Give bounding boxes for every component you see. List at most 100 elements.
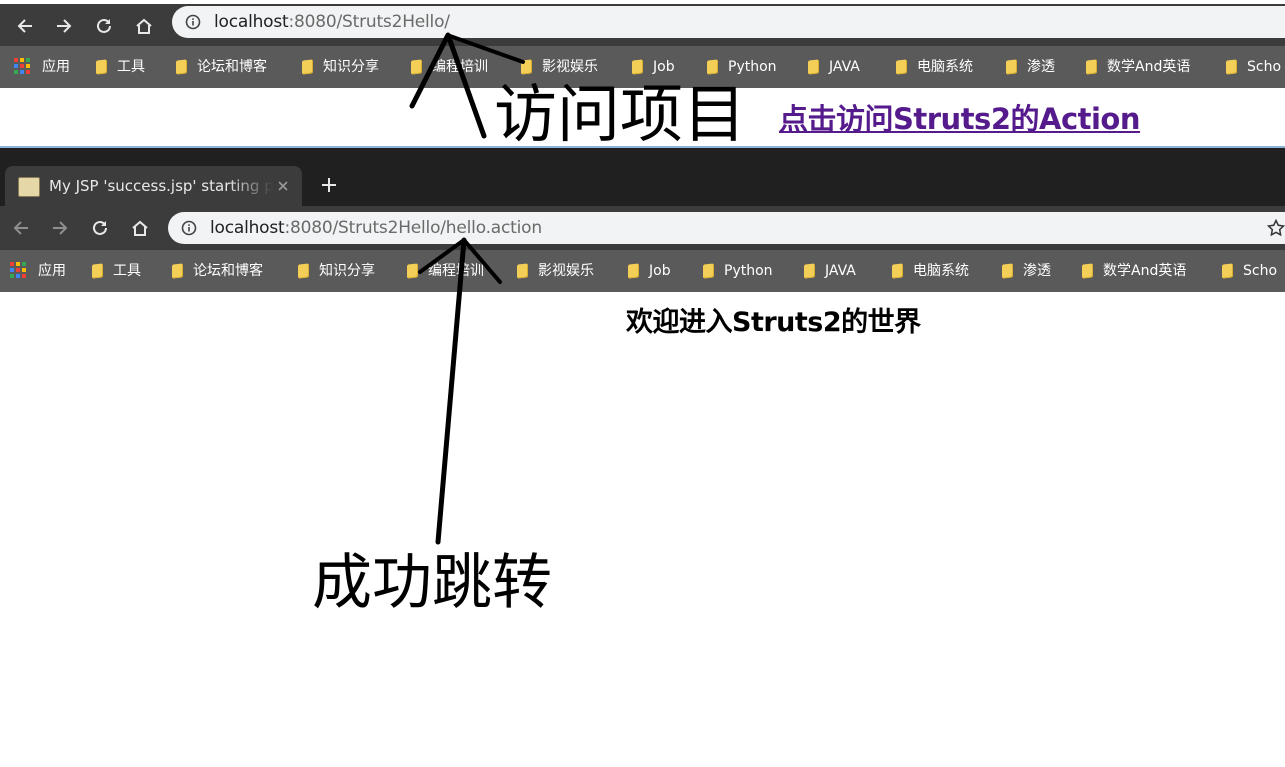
bookmark-item[interactable]: 论坛和博客	[176, 57, 267, 77]
welcome-heading: 欢迎进入Struts2的世界	[626, 307, 921, 338]
folder-icon	[407, 263, 418, 279]
bookmark-item[interactable]: 影视娱乐	[517, 261, 594, 281]
folder-icon	[176, 59, 187, 75]
bookmark-label: 电脑系统	[917, 59, 973, 75]
bookmark-label: 渗透	[1027, 59, 1055, 75]
apps-grid-icon	[14, 58, 32, 76]
bookmark-label: Job	[653, 59, 675, 75]
bookmark-item[interactable]: Python	[707, 57, 777, 77]
bottom-bookmarks-bar: 应用 工具 论坛和博客 知识分享 编程培训 影视娱乐 Job Python JAVA 电脑系统 渗透…	[0, 250, 1285, 292]
info-icon[interactable]	[181, 220, 197, 236]
bookmark-star-icon[interactable]	[1267, 219, 1285, 237]
bookmark-label: 渗透	[1023, 263, 1051, 279]
address-bar[interactable]: localhost:8080/Struts2Hello/hello.action	[168, 212, 1285, 244]
home-button[interactable]	[126, 214, 154, 242]
new-tab-plus-icon[interactable]	[320, 176, 338, 194]
folder-icon	[302, 59, 313, 75]
bookmark-item[interactable]: Scho	[1222, 261, 1277, 281]
bookmark-item[interactable]: JAVA	[804, 261, 856, 281]
reload-button[interactable]	[90, 12, 118, 40]
arrow-left-icon	[17, 19, 32, 33]
folder-icon	[896, 59, 907, 75]
apps-grid-icon	[10, 262, 28, 280]
bookmark-label: Python	[724, 263, 773, 279]
bookmark-label: 电脑系统	[913, 263, 969, 279]
bookmark-label: 应用	[42, 59, 70, 75]
address-url[interactable]: localhost:8080/Struts2Hello/hello.action	[210, 218, 542, 238]
bookmark-item[interactable]: 编程培训	[411, 57, 488, 77]
home-button[interactable]	[130, 12, 158, 40]
url-path: :8080/Struts2Hello/hello.action	[284, 218, 543, 238]
bookmark-item[interactable]: 知识分享	[298, 261, 375, 281]
folder-icon	[298, 263, 309, 279]
folder-icon	[411, 59, 422, 75]
bookmark-item[interactable]: 工具	[92, 261, 141, 281]
bookmark-label: 数学And英语	[1103, 263, 1187, 279]
bookmark-label: 应用	[38, 263, 66, 279]
bookmark-label: 工具	[113, 263, 141, 279]
bookmark-label: 知识分享	[323, 59, 379, 75]
bookmark-item[interactable]: 渗透	[1006, 57, 1055, 77]
bookmark-label: 影视娱乐	[542, 59, 598, 75]
bookmark-item[interactable]: 数学And英语	[1082, 261, 1186, 281]
bookmark-label: 编程培训	[432, 59, 488, 75]
bookmark-label: Python	[728, 59, 777, 75]
bookmark-label: Scho	[1247, 59, 1282, 75]
bookmark-item[interactable]: 应用	[10, 261, 66, 281]
bookmark-item[interactable]: 知识分享	[302, 57, 379, 77]
bookmark-label: 影视娱乐	[538, 263, 594, 279]
bookmark-item[interactable]: Python	[703, 261, 773, 281]
folder-icon	[632, 59, 643, 75]
bottom-tab-strip: My JSP 'success.jsp' starting page	[0, 146, 1285, 208]
bookmark-item[interactable]: 电脑系统	[896, 57, 973, 77]
forward-button[interactable]	[50, 12, 78, 40]
bookmark-item[interactable]: 编程培训	[407, 261, 484, 281]
info-icon[interactable]	[185, 14, 201, 30]
bookmark-label: Job	[649, 263, 671, 279]
bookmark-label: 编程培训	[428, 263, 484, 279]
bookmark-item[interactable]: 电脑系统	[892, 261, 969, 281]
folder-icon	[703, 263, 714, 279]
address-url[interactable]: localhost:8080/Struts2Hello/	[214, 12, 450, 32]
bookmark-item[interactable]: 应用	[14, 57, 70, 77]
folder-icon	[1002, 263, 1013, 279]
close-icon[interactable]	[277, 180, 289, 192]
forward-button[interactable]	[46, 214, 74, 242]
bookmark-item[interactable]: 论坛和博客	[172, 261, 263, 281]
home-icon	[136, 18, 152, 34]
folder-icon	[1086, 59, 1097, 75]
folder-icon	[628, 263, 639, 279]
bookmark-label: 工具	[117, 59, 145, 75]
address-bar[interactable]: localhost:8080/Struts2Hello/	[172, 6, 1285, 38]
annotation-visit-project: 访问项目	[494, 78, 746, 151]
tomcat-favicon-icon	[18, 177, 40, 197]
url-host: localhost	[210, 218, 285, 238]
bookmark-label: JAVA	[829, 59, 860, 75]
bookmark-label: 数学And英语	[1107, 59, 1191, 75]
reload-icon	[93, 220, 107, 235]
bookmark-label: JAVA	[825, 263, 856, 279]
bookmark-item[interactable]: Job	[632, 57, 675, 77]
bookmark-item[interactable]: JAVA	[808, 57, 860, 77]
folder-icon	[808, 59, 819, 75]
bookmark-item[interactable]: 工具	[96, 57, 145, 77]
reload-icon	[97, 18, 111, 33]
bookmark-item[interactable]: 影视娱乐	[521, 57, 598, 77]
folder-icon	[1226, 59, 1237, 75]
reload-button[interactable]	[86, 214, 114, 242]
bookmark-item[interactable]: Scho	[1226, 57, 1281, 77]
folder-icon	[892, 263, 903, 279]
bookmark-item[interactable]: Job	[628, 261, 671, 281]
folder-icon	[521, 59, 532, 75]
struts-action-link[interactable]: 点击访问Struts2的Action	[779, 101, 1141, 137]
url-host: localhost	[214, 12, 289, 32]
url-path: :8080/Struts2Hello/	[288, 12, 450, 32]
folder-icon	[92, 263, 103, 279]
bookmark-item[interactable]: 渗透	[1002, 261, 1051, 281]
bookmark-item[interactable]: 数学And英语	[1086, 57, 1190, 77]
back-button[interactable]	[11, 12, 39, 40]
folder-icon	[172, 263, 183, 279]
tab-success-jsp[interactable]: My JSP 'success.jsp' starting page	[5, 166, 302, 206]
back-button[interactable]	[7, 214, 35, 242]
arrow-left-icon	[13, 221, 28, 235]
